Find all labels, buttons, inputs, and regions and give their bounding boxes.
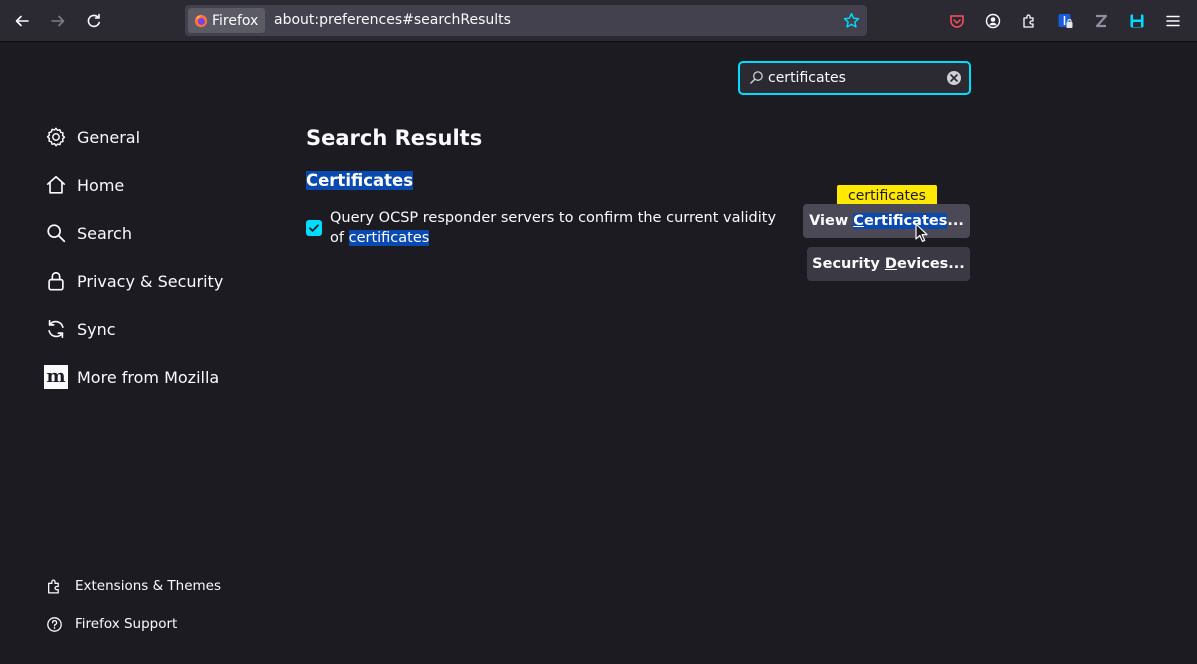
search-icon (750, 71, 763, 84)
arrow-right-icon (51, 15, 65, 27)
ocsp-checkbox[interactable] (306, 220, 322, 236)
menu-icon (1166, 15, 1180, 27)
sidebar-footer-extensions[interactable]: Extensions & Themes (46, 575, 221, 597)
security-devices-button[interactable]: Security Devices... (807, 247, 970, 281)
reload-icon (87, 13, 100, 28)
home-icon (44, 173, 68, 197)
section-title: Certificates (306, 171, 414, 190)
sidebar-footer-label: Extensions & Themes (75, 578, 222, 594)
sidebar-item-label: Sync (77, 319, 116, 339)
sidebar-item-label: General (77, 127, 141, 147)
save-icon (1130, 14, 1144, 28)
ocsp-label[interactable]: Query OCSP responder servers to confirm … (330, 208, 790, 248)
sidebar-footer-label: Firefox Support (75, 616, 178, 632)
button-label-highlight-rest: ertificates (863, 213, 948, 229)
gear-icon (44, 125, 68, 149)
button-label-prefix: View (809, 213, 854, 229)
sidebar-item-home[interactable]: Home (44, 170, 124, 200)
reload-button[interactable] (80, 8, 108, 34)
mouse-cursor-icon (915, 223, 928, 242)
url-bar[interactable]: Firefox about:preferences#searchResults (185, 5, 867, 36)
save-button[interactable] (1123, 8, 1151, 34)
back-button[interactable] (8, 8, 36, 34)
bitwarden-button[interactable] (1051, 8, 1079, 34)
help-icon (47, 616, 62, 632)
firefox-logo-icon (194, 14, 208, 27)
account-button[interactable] (979, 8, 1007, 34)
sidebar-item-sync[interactable]: Sync (44, 314, 116, 344)
button-label-highlight: Certificates (853, 213, 948, 229)
sidebar-item-privacy[interactable]: Privacy & Security (44, 266, 223, 296)
sidebar-item-search[interactable]: Search (44, 218, 132, 248)
clear-search-button[interactable] (947, 71, 961, 85)
zotero-icon (1095, 14, 1108, 28)
extensions-button[interactable] (1015, 8, 1043, 34)
sync-icon (44, 317, 68, 341)
identity-box[interactable]: Firefox (188, 8, 266, 33)
identity-label: Firefox (212, 12, 259, 29)
zotero-button[interactable] (1087, 8, 1115, 34)
search-icon (44, 221, 68, 245)
section-title-highlight: Certificates (306, 171, 414, 190)
sidebar-item-more-from-mozilla[interactable]: m More from Mozilla (44, 362, 219, 392)
menu-button[interactable] (1159, 8, 1187, 34)
checkmark-icon (309, 224, 319, 232)
browser-toolbar: Firefox about:preferences#searchResults (0, 0, 1197, 42)
preferences-search-box[interactable] (738, 61, 971, 95)
page-title: Search Results (306, 126, 483, 150)
url-text[interactable]: about:preferences#searchResults (274, 12, 511, 28)
button-label-rest: evices... (896, 256, 965, 272)
sidebar-item-label: Privacy & Security (77, 271, 224, 291)
arrow-left-icon (15, 15, 29, 27)
bitwarden-icon (1058, 14, 1073, 28)
bookmark-button[interactable] (841, 10, 861, 30)
account-icon (985, 13, 1001, 29)
sidebar-footer-support[interactable]: Firefox Support (46, 613, 177, 635)
pocket-icon (950, 15, 964, 28)
ocsp-label-highlight: certificates (348, 230, 430, 246)
sidebar-item-label: Search (77, 223, 132, 243)
forward-button[interactable] (44, 8, 72, 34)
star-icon (843, 12, 859, 28)
sidebar-item-label: Home (77, 175, 125, 195)
puzzle-icon (48, 579, 59, 594)
sidebar-item-general[interactable]: General (44, 122, 140, 152)
close-icon (950, 74, 958, 82)
button-label-prefix: Security (812, 256, 885, 272)
sidebar-item-label: More from Mozilla (77, 367, 220, 387)
extensions-icon (1023, 14, 1034, 28)
accesskey: C (853, 213, 864, 229)
search-input[interactable] (768, 67, 943, 89)
view-certificates-button[interactable]: View Certificates... (803, 204, 970, 238)
pocket-button[interactable] (943, 8, 971, 34)
button-label-suffix: ... (947, 213, 964, 229)
accesskey: D (884, 256, 897, 272)
lock-icon (44, 269, 68, 293)
mozilla-icon: m (44, 365, 68, 389)
